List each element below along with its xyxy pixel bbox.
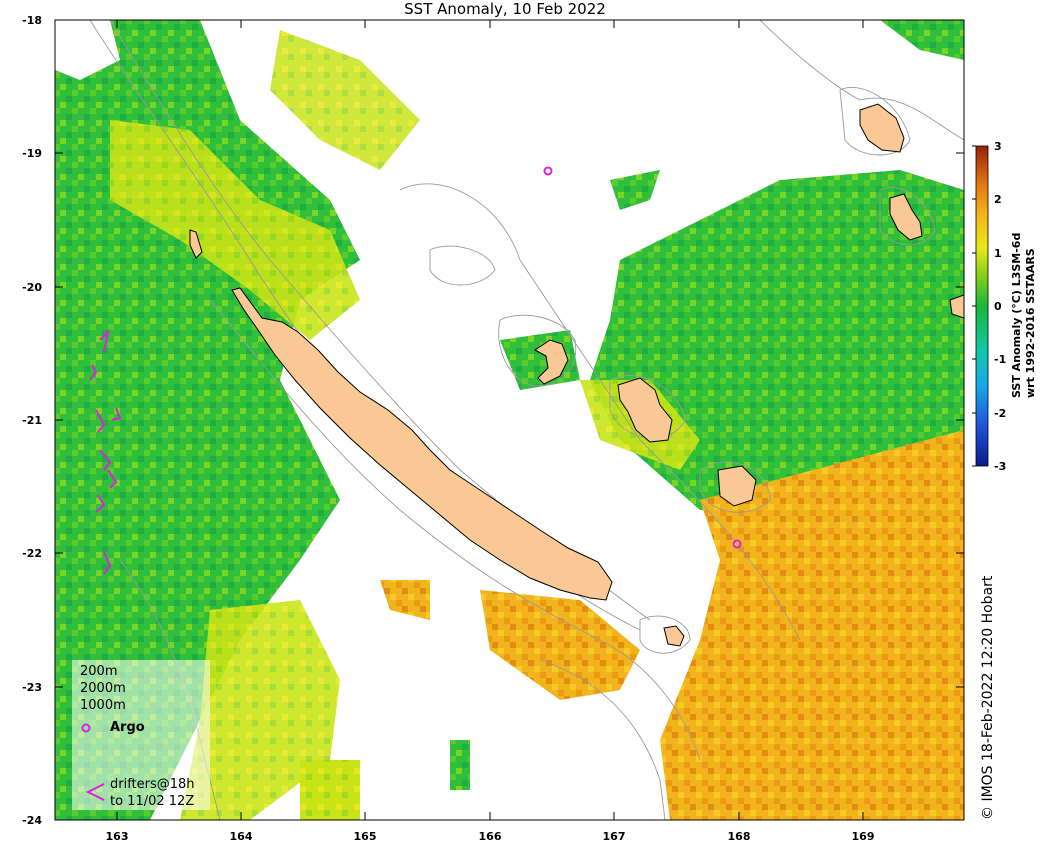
legend-drifters-label: drifters@18h to 11/02 12Z [110,776,195,810]
lon-tick-label: 163 [106,830,129,843]
lat-tick-label: -19 [22,147,42,160]
drifter-legend-icon [85,783,105,801]
colorbar: 3 2 1 0 -1 -2 -3 SST Anomaly (°C) L3SM-6… [972,140,1037,473]
colorbar-tick-label: -3 [994,460,1006,473]
colorbar-tick-label: 3 [994,140,1002,153]
colorbar-tick-label: 2 [994,193,1002,206]
lat-tick-label: -18 [22,14,42,27]
lon-tick-label: 165 [354,830,377,843]
lon-tick-label: 167 [603,830,626,843]
lat-tick-label: -22 [22,547,42,560]
colorbar-tick-label: -2 [994,407,1006,420]
lon-tick-label: 168 [728,830,751,843]
colorbar-tick-label: 0 [994,300,1002,313]
colorbar-label: SST Anomaly (°C) L3SM-6d [1010,233,1023,398]
copyright-notice: © IMOS 18-Feb-2022 12:20 Hobart [980,575,996,820]
legend-contour-1000m: 1000m [80,698,126,713]
lat-tick-label: -20 [22,281,42,294]
legend-contour-200m: 200m [80,664,118,679]
lon-tick-label: 169 [852,830,875,843]
legend-argo-label: Argo [110,720,145,735]
legend-contour-2000m: 2000m [80,681,126,696]
colorbar-label: wrt 1992-2016 SSTAARS [1024,248,1037,398]
legend-drifters-line1: drifters@18h [110,777,195,792]
colorbar-gradient [975,145,989,467]
lon-tick-label: 166 [479,830,502,843]
colorbar-tick-label: -1 [994,353,1006,366]
argo-legend-icon [81,723,91,733]
lat-tick-label: -23 [22,681,42,694]
lat-tick-label: -21 [22,414,42,427]
lat-tick-label: -24 [22,814,42,827]
lon-tick-label: 164 [230,830,253,843]
colorbar-tick-label: 1 [994,247,1002,260]
map-legend: 200m 2000m 1000m Argo drifters@18h to 11… [72,660,210,810]
legend-drifters-line2: to 11/02 12Z [110,794,195,809]
